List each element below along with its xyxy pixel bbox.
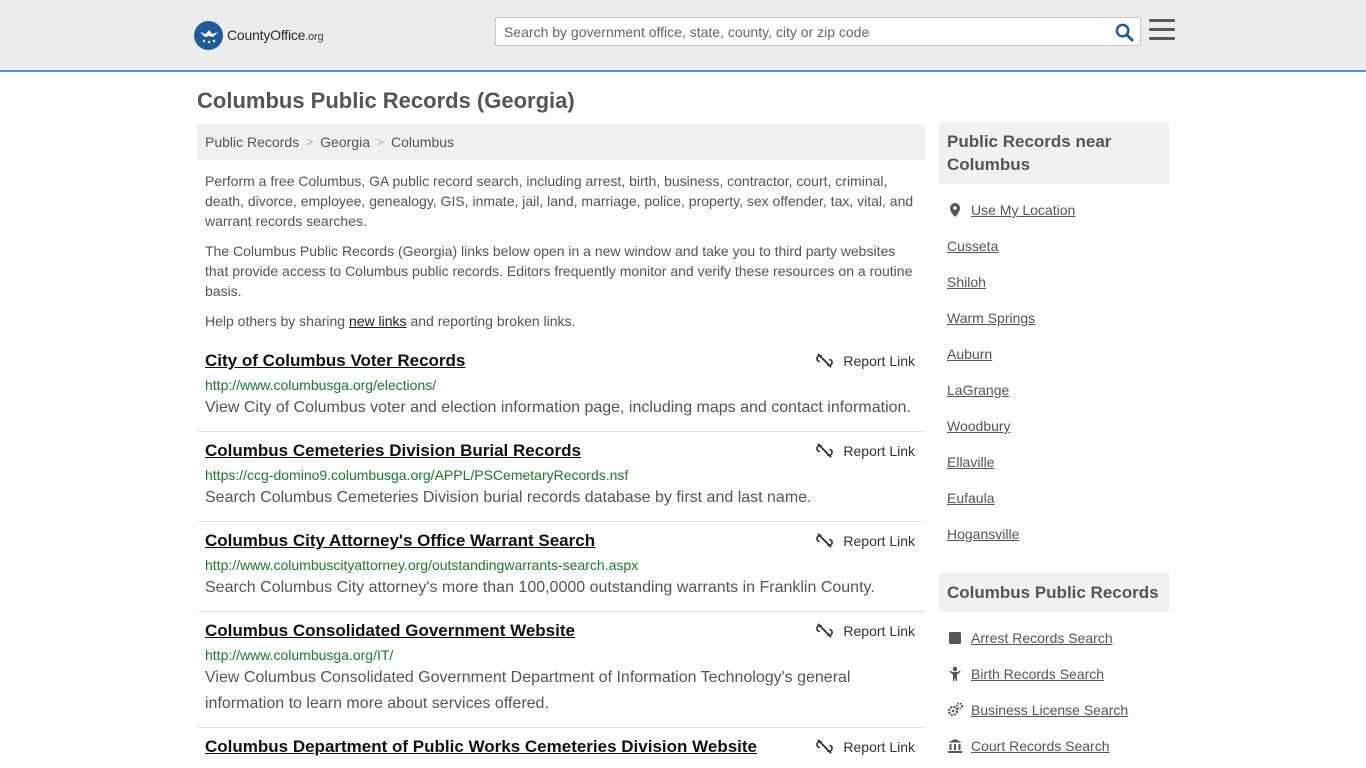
report-link-button[interactable]: Report Link <box>816 532 915 549</box>
business-license-link[interactable]: Business License Search <box>971 702 1128 718</box>
site-logo[interactable]: CountyOffice.org <box>194 20 324 50</box>
sidebar-item-city: Warm Springs <box>947 300 1161 336</box>
sidebar-item-city: Auburn <box>947 336 1161 372</box>
sidebar-item-city: LaGrange <box>947 372 1161 408</box>
near-records-heading: Public Records near Columbus <box>939 122 1169 184</box>
search-bar <box>495 17 1141 46</box>
breadcrumb: Public Records > Georgia > Columbus <box>197 124 925 160</box>
record-description: View City of Columbus voter and election… <box>205 399 911 416</box>
use-location-item: Use My Location <box>947 192 1161 228</box>
city-link-hogansville[interactable]: Hogansville <box>947 526 1019 542</box>
record-url[interactable]: http://www.columbusga.org/elections/ <box>205 376 917 394</box>
sidebar: Public Records near Columbus Use My Loca… <box>939 122 1169 764</box>
square-icon <box>947 630 963 646</box>
record-title-link[interactable]: Columbus Department of Public Works Ceme… <box>205 736 757 758</box>
sidebar-item-city: Cusseta <box>947 228 1161 264</box>
city-link-cusseta[interactable]: Cusseta <box>947 238 998 254</box>
list-item: Columbus City Attorney's Office Warrant … <box>197 522 925 612</box>
share-links-paragraph: Help others by sharing new links and rep… <box>205 313 576 329</box>
report-link-button[interactable]: Report Link <box>816 738 915 755</box>
logo-wordmark: CountyOffice.org <box>227 27 324 43</box>
sidebar-item-court: Court Records Search <box>947 728 1161 764</box>
eagle-logo-icon <box>194 20 223 50</box>
record-title-link[interactable]: Columbus Consolidated Government Website <box>205 620 575 642</box>
sidebar-item-city: Shiloh <box>947 264 1161 300</box>
near-cities-list: Use My Location Cusseta Shiloh Warm Spri… <box>939 192 1169 552</box>
intro-text: Perform a free Columbus, GA public recor… <box>197 171 925 331</box>
intro-paragraph: The Columbus Public Records (Georgia) li… <box>205 243 913 299</box>
new-links-link[interactable]: new links <box>349 313 407 329</box>
columbus-records-heading: Columbus Public Records <box>939 573 1169 612</box>
courthouse-icon <box>947 738 963 754</box>
breadcrumb-columbus[interactable]: Columbus <box>391 134 454 150</box>
intro-paragraph: Perform a free Columbus, GA public recor… <box>205 173 914 229</box>
record-url[interactable]: http://www.columbuscityattorney.org/outs… <box>205 556 917 574</box>
record-title-link[interactable]: Columbus City Attorney's Office Warrant … <box>205 530 595 552</box>
sidebar-item-city: Eufaula <box>947 480 1161 516</box>
broken-link-icon <box>816 739 834 754</box>
list-item: City of Columbus Voter Records Report Li… <box>197 342 925 432</box>
city-link-warm-springs[interactable]: Warm Springs <box>947 310 1035 326</box>
use-my-location-link[interactable]: Use My Location <box>971 202 1075 218</box>
record-description: Search Columbus Cemeteries Division buri… <box>205 489 812 506</box>
search-button[interactable] <box>1112 21 1136 43</box>
city-link-lagrange[interactable]: LaGrange <box>947 382 1009 398</box>
sidebar-item-arrest: Arrest Records Search <box>947 620 1161 656</box>
record-title-link[interactable]: City of Columbus Voter Records <box>205 350 465 372</box>
search-input[interactable] <box>496 18 1106 45</box>
sidebar-item-business: Business License Search <box>947 692 1161 728</box>
page-title: Columbus Public Records (Georgia) <box>197 88 575 113</box>
broken-link-icon <box>816 623 834 638</box>
map-marker-icon <box>947 202 963 218</box>
report-link-button[interactable]: Report Link <box>816 442 915 459</box>
baby-icon <box>947 666 963 682</box>
city-link-ellaville[interactable]: Ellaville <box>947 454 994 470</box>
breadcrumb-georgia[interactable]: Georgia <box>320 134 370 150</box>
city-link-eufaula[interactable]: Eufaula <box>947 490 994 506</box>
city-link-auburn[interactable]: Auburn <box>947 346 992 362</box>
record-url[interactable]: http://www.columbusga.org/IT/ <box>205 646 917 664</box>
chevron-right-icon: > <box>306 135 314 149</box>
report-link-button[interactable]: Report Link <box>816 622 915 639</box>
record-title-link[interactable]: Columbus Cemeteries Division Burial Reco… <box>205 440 581 462</box>
record-links-list: Arrest Records Search Birth Records Sear… <box>939 620 1169 764</box>
gears-icon <box>947 702 963 718</box>
record-description: View Columbus Consolidated Government De… <box>205 669 851 712</box>
arrest-records-link[interactable]: Arrest Records Search <box>971 630 1113 646</box>
city-link-shiloh[interactable]: Shiloh <box>947 274 986 290</box>
record-description: Search Columbus City attorney's more tha… <box>205 579 875 596</box>
chevron-right-icon: > <box>376 135 384 149</box>
breadcrumb-public-records[interactable]: Public Records <box>205 134 299 150</box>
sidebar-item-birth: Birth Records Search <box>947 656 1161 692</box>
sidebar-item-city: Woodbury <box>947 408 1161 444</box>
court-records-link[interactable]: Court Records Search <box>971 738 1110 754</box>
city-link-woodbury[interactable]: Woodbury <box>947 418 1011 434</box>
sidebar-item-city: Hogansville <box>947 516 1161 552</box>
sidebar-item-city: Ellaville <box>947 444 1161 480</box>
list-item: Columbus Cemeteries Division Burial Reco… <box>197 432 925 522</box>
record-url[interactable]: https://ccg-domino9.columbusga.org/APPL/… <box>205 466 917 484</box>
broken-link-icon <box>816 443 834 458</box>
site-header: CountyOffice.org <box>0 0 1366 72</box>
broken-link-icon <box>816 533 834 548</box>
record-list: City of Columbus Voter Records Report Li… <box>197 342 925 768</box>
list-item: Columbus Consolidated Government Website… <box>197 612 925 728</box>
list-item: Columbus Department of Public Works Ceme… <box>197 728 925 768</box>
main-content: Public Records > Georgia > Columbus Perf… <box>197 124 925 768</box>
report-link-button[interactable]: Report Link <box>816 352 915 369</box>
hamburger-menu-icon[interactable] <box>1149 19 1175 43</box>
birth-records-link[interactable]: Birth Records Search <box>971 666 1104 682</box>
search-icon <box>1115 23 1134 42</box>
broken-link-icon <box>816 353 834 368</box>
